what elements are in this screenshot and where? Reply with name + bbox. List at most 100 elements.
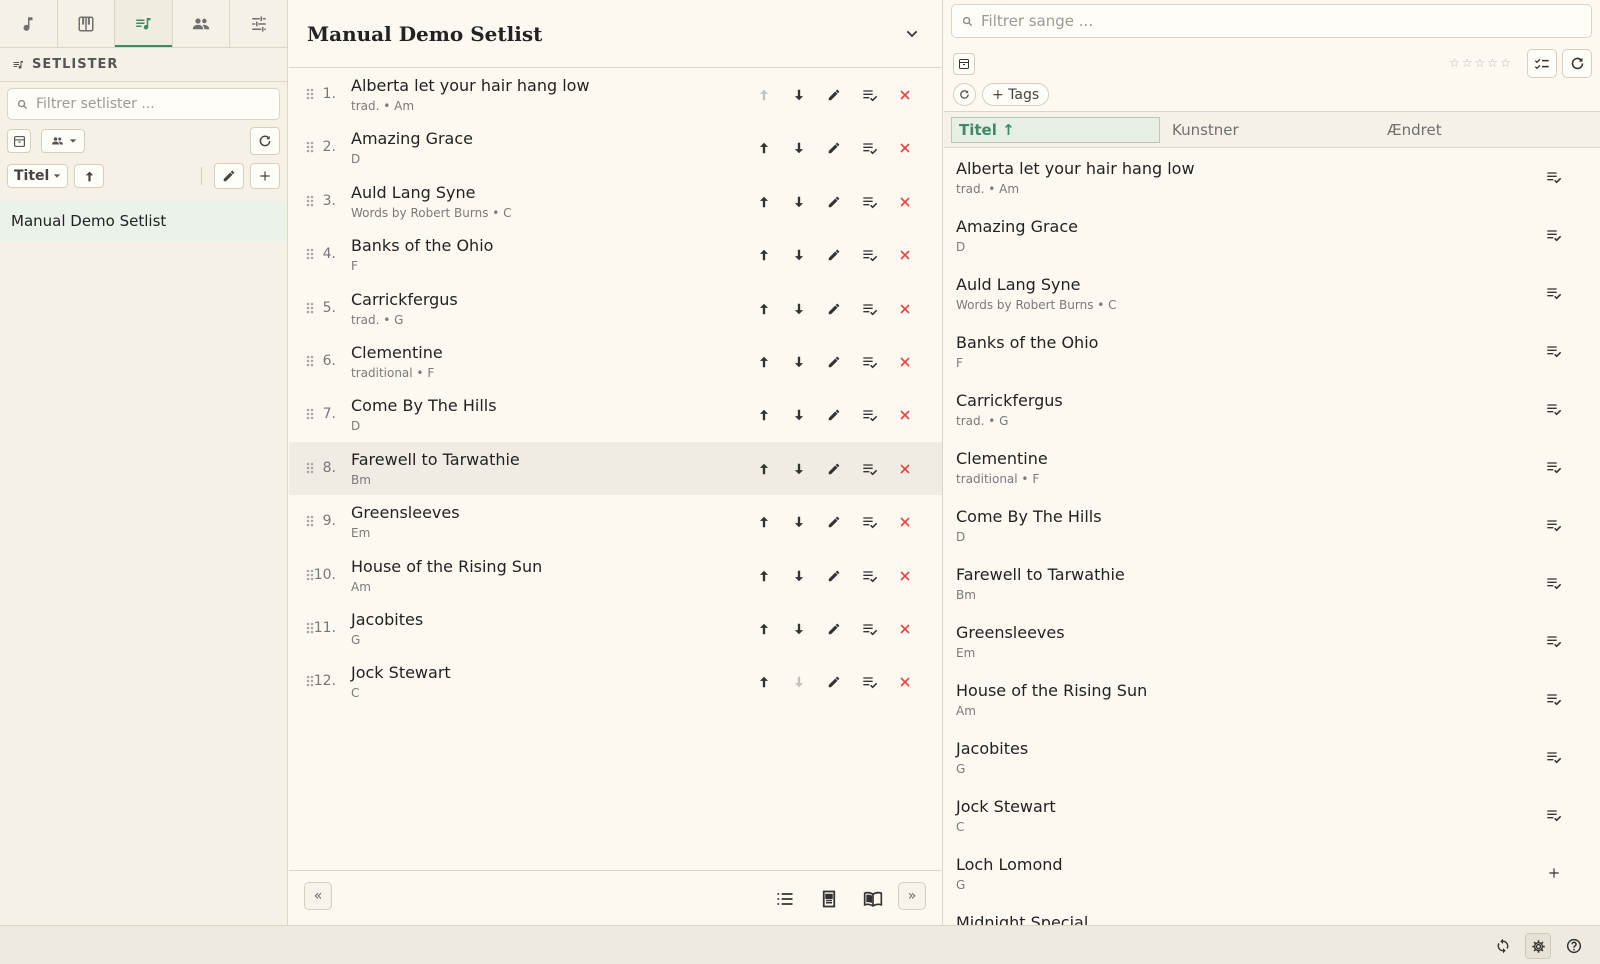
remove-song-button[interactable] [895,352,915,372]
remove-song-button[interactable] [895,619,915,639]
column-artist[interactable]: Kunstner [1165,117,1239,143]
drag-handle[interactable] [306,302,314,314]
move-up-button[interactable] [754,299,774,319]
collapse-button[interactable] [904,26,920,42]
in-setlist-button[interactable] [1544,805,1564,825]
setlist-row[interactable]: 11. Jacobites G [289,602,942,655]
library-row[interactable]: Amazing Grace D [944,207,1600,265]
setlist-filter-input[interactable] [36,96,270,112]
move-down-button[interactable] [789,245,809,265]
multi-select-button[interactable] [1527,49,1557,78]
drag-handle[interactable] [306,462,314,474]
move-down-button[interactable] [789,405,809,425]
move-down-button[interactable] [789,619,809,639]
setlist-row[interactable]: 8. Farewell to Tarwathie Bm [289,441,942,495]
in-setlist-button[interactable] [1544,283,1564,303]
in-setlist-button[interactable] [1544,399,1564,419]
archive-button[interactable] [953,53,975,75]
sync-button[interactable] [1492,935,1514,957]
song-options-button[interactable] [860,459,880,479]
drag-handle[interactable] [306,195,314,207]
move-down-button[interactable] [789,85,809,105]
refresh-button[interactable] [1562,49,1592,78]
drag-handle[interactable] [306,515,314,527]
move-up-button[interactable] [754,138,774,158]
song-options-button[interactable] [860,138,880,158]
drag-handle[interactable] [306,408,314,420]
edit-song-button[interactable] [824,619,844,639]
library-row[interactable]: Farewell to Tarwathie Bm [944,555,1600,613]
move-down-button[interactable] [789,192,809,212]
library-row[interactable]: Come By The Hills D [944,497,1600,555]
setlist-row[interactable]: 3. Auld Lang Syne Words by Robert Burns • … [289,175,942,228]
setlist-row[interactable]: 5. Carrickfergus trad. • G [289,282,942,335]
remove-song-button[interactable] [895,85,915,105]
drag-handle[interactable] [306,248,314,260]
move-down-button[interactable] [789,566,809,586]
collapse-right-button[interactable]: » [898,882,926,910]
move-up-button[interactable] [754,672,774,692]
column-modified[interactable]: Ændret [1380,117,1442,143]
remove-song-button[interactable] [895,192,915,212]
settings-button[interactable] [1525,933,1551,959]
song-options-button[interactable] [860,405,880,425]
song-options-button[interactable] [860,619,880,639]
song-options-button[interactable] [860,245,880,265]
library-row[interactable]: Banks of the Ohio F [944,323,1600,381]
in-setlist-button[interactable] [1544,631,1564,651]
in-setlist-button[interactable] [1544,515,1564,535]
song-options-button[interactable] [860,85,880,105]
book-view-button[interactable] [861,887,885,911]
move-down-button[interactable] [789,459,809,479]
add-setlist-button[interactable] [250,163,280,189]
library-row[interactable]: Jock Stewart C [944,787,1600,845]
sort-direction-button[interactable] [74,164,105,188]
edit-song-button[interactable] [824,405,844,425]
in-setlist-button[interactable] [1544,689,1564,709]
tab-people[interactable] [173,0,231,47]
list-view-button[interactable] [773,887,797,911]
drag-handle[interactable] [306,88,314,100]
tab-songs[interactable] [0,0,58,47]
edit-setlist-button[interactable] [214,163,244,189]
setlist-row[interactable]: 1. Alberta let your hair hang low trad. • … [289,68,942,121]
song-filter-input[interactable] [981,12,1581,30]
move-up-button[interactable] [754,245,774,265]
move-down-button[interactable] [789,138,809,158]
edit-song-button[interactable] [824,352,844,372]
remove-song-button[interactable] [895,299,915,319]
remove-song-button[interactable] [895,459,915,479]
remove-song-button[interactable] [895,566,915,586]
library-row[interactable]: Carrickfergus trad. • G [944,381,1600,439]
move-down-button[interactable] [789,672,809,692]
print-view-button[interactable] [817,887,841,911]
remove-song-button[interactable] [895,405,915,425]
setlist-row[interactable]: 4. Banks of the Ohio F [289,228,942,281]
edit-song-button[interactable] [824,245,844,265]
move-up-button[interactable] [754,405,774,425]
tab-setlists[interactable] [115,0,173,47]
song-options-button[interactable] [860,299,880,319]
in-setlist-button[interactable] [1544,747,1564,767]
setlist-row[interactable]: 9. Greensleeves Em [289,495,942,548]
in-setlist-button[interactable] [1544,341,1564,361]
column-title[interactable]: Titel ↑ [951,117,1160,143]
move-up-button[interactable] [754,566,774,586]
setlist-row[interactable]: 12. Jock Stewart C [289,655,942,708]
edit-song-button[interactable] [824,138,844,158]
remove-song-button[interactable] [895,672,915,692]
drag-handle[interactable] [306,141,314,153]
rating-filter[interactable]: ☆ ☆ ☆ ☆ ☆ [1449,56,1511,70]
song-options-button[interactable] [860,512,880,532]
archive-button[interactable] [7,129,31,153]
move-up-button[interactable] [754,85,774,105]
setlist-row[interactable]: 2. Amazing Grace D [289,121,942,174]
in-setlist-button[interactable] [1544,225,1564,245]
library-row[interactable]: Jacobites G [944,729,1600,787]
add-to-setlist-button[interactable] [1544,863,1564,883]
library-row[interactable]: Loch Lomond G [944,845,1600,903]
remove-song-button[interactable] [895,245,915,265]
library-row[interactable]: House of the Rising Sun Am [944,671,1600,729]
drag-handle[interactable] [306,355,314,367]
library-row[interactable]: Midnight Special [944,903,1600,925]
